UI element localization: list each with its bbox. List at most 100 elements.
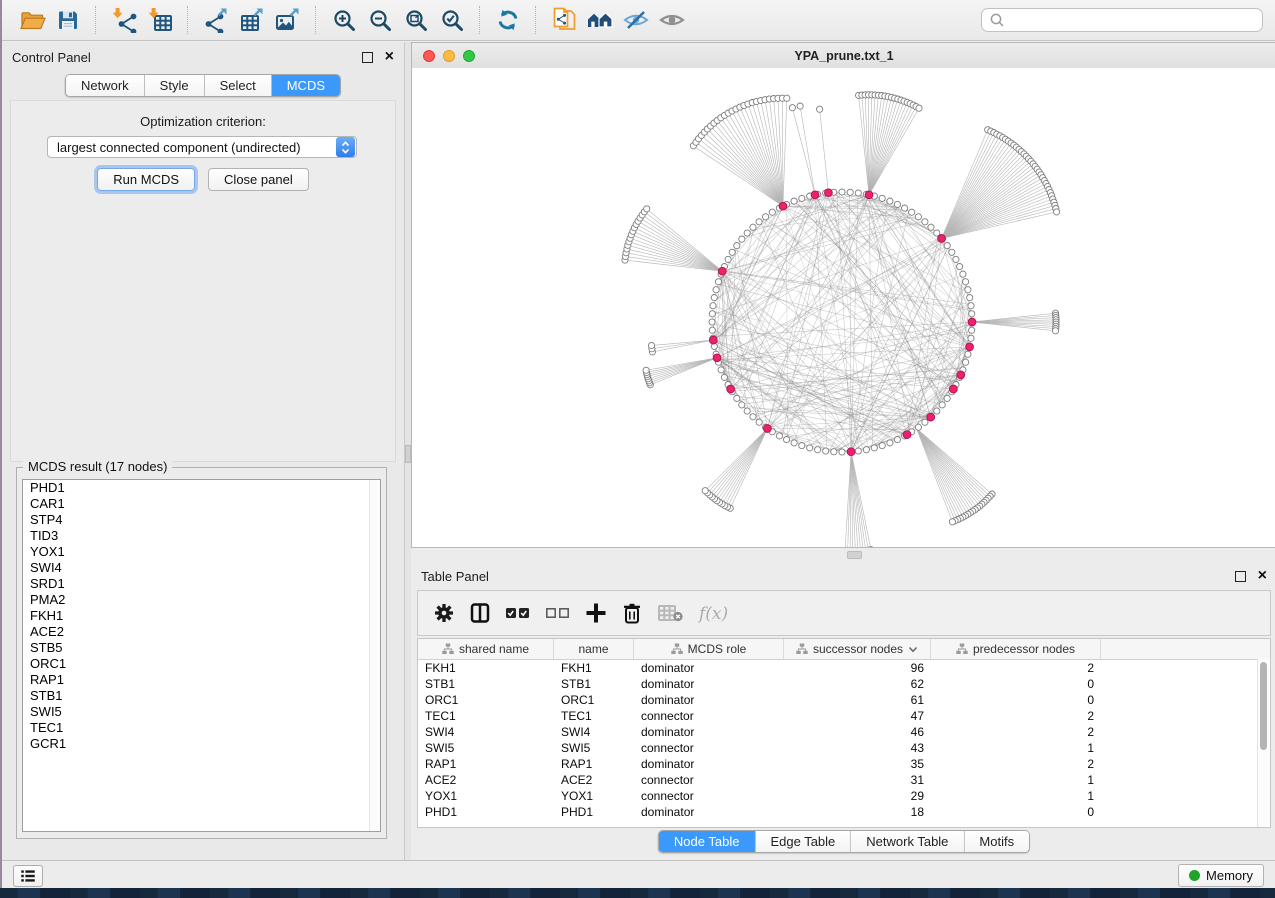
- table-scrollbar[interactable]: [1257, 659, 1270, 827]
- table-cell[interactable]: STB1: [418, 677, 554, 691]
- mcds-result-item[interactable]: ACE2: [23, 624, 380, 640]
- zoom-in-icon[interactable]: [326, 3, 362, 37]
- mcds-result-list[interactable]: PHD1CAR1STP4TID3YOX1SWI4SRD1PMA2FKH1ACE2…: [22, 479, 381, 832]
- mcds-result-item[interactable]: PMA2: [23, 592, 380, 608]
- table-cell[interactable]: ORC1: [554, 693, 634, 707]
- table-cell[interactable]: connector: [634, 773, 784, 787]
- table-cell[interactable]: 29: [784, 789, 931, 803]
- table-cell[interactable]: connector: [634, 789, 784, 803]
- table-cell[interactable]: PHD1: [554, 805, 634, 819]
- close-panel-button[interactable]: Close panel: [208, 168, 309, 191]
- network-graph[interactable]: [412, 68, 1275, 547]
- table-row[interactable]: PHD1PHD1dominator180: [418, 804, 1270, 820]
- zoom-out-icon[interactable]: [362, 3, 398, 37]
- import-network-icon[interactable]: [106, 3, 142, 37]
- table-cell[interactable]: SWI4: [418, 725, 554, 739]
- export-image-icon[interactable]: [270, 3, 306, 37]
- table-row[interactable]: SWI5SWI5connector431: [418, 740, 1270, 756]
- table-row[interactable]: SWI4SWI4dominator462: [418, 724, 1270, 740]
- mcds-result-item[interactable]: STB1: [23, 688, 380, 704]
- table-cell[interactable]: 1: [931, 741, 1101, 755]
- mcds-result-item[interactable]: RAP1: [23, 672, 380, 688]
- table-cell[interactable]: connector: [634, 709, 784, 723]
- close-panel-icon[interactable]: ×: [1258, 571, 1267, 581]
- table-cell[interactable]: 31: [784, 773, 931, 787]
- table-cell[interactable]: 0: [931, 805, 1101, 819]
- mcds-result-item[interactable]: STB5: [23, 640, 380, 656]
- table-cell[interactable]: ACE2: [554, 773, 634, 787]
- float-panel-icon[interactable]: [1235, 571, 1246, 582]
- tab-mcds[interactable]: MCDS: [272, 75, 340, 96]
- table-cell[interactable]: FKH1: [554, 661, 634, 675]
- column-header-successor-nodes[interactable]: successor nodes: [784, 639, 931, 659]
- hide-selected-icon[interactable]: [618, 3, 654, 37]
- table-row[interactable]: TEC1TEC1connector472: [418, 708, 1270, 724]
- table-cell[interactable]: 2: [931, 725, 1101, 739]
- import-table-icon[interactable]: [142, 3, 178, 37]
- table-cell[interactable]: 35: [784, 757, 931, 771]
- mcds-result-item[interactable]: STP4: [23, 512, 380, 528]
- close-panel-icon[interactable]: ×: [385, 52, 394, 62]
- network-canvas[interactable]: [412, 68, 1275, 547]
- mcds-result-item[interactable]: TEC1: [23, 720, 380, 736]
- open-file-icon[interactable]: [14, 3, 50, 37]
- mcds-result-item[interactable]: SWI5: [23, 704, 380, 720]
- table-cell[interactable]: RAP1: [418, 757, 554, 771]
- mcds-result-item[interactable]: GCR1: [23, 736, 380, 752]
- table-cell[interactable]: dominator: [634, 677, 784, 691]
- export-network-icon[interactable]: [198, 3, 234, 37]
- tab-motifs[interactable]: Motifs: [964, 831, 1029, 852]
- tab-network-table[interactable]: Network Table: [851, 831, 964, 852]
- show-all-icon[interactable]: [654, 3, 690, 37]
- table-cell[interactable]: 2: [931, 709, 1101, 723]
- table-cell[interactable]: SWI4: [554, 725, 634, 739]
- memory-button[interactable]: Memory: [1178, 864, 1264, 887]
- table-cell[interactable]: 18: [784, 805, 931, 819]
- horizontal-splitter[interactable]: [411, 548, 1275, 563]
- table-cell[interactable]: TEC1: [554, 709, 634, 723]
- table-cell[interactable]: 1: [931, 789, 1101, 803]
- zoom-selected-icon[interactable]: [434, 3, 470, 37]
- task-history-button[interactable]: [13, 865, 43, 887]
- mcds-result-item[interactable]: YOX1: [23, 544, 380, 560]
- table-cell[interactable]: SWI5: [418, 741, 554, 755]
- table-cell[interactable]: RAP1: [554, 757, 634, 771]
- table-cell[interactable]: dominator: [634, 661, 784, 675]
- table-cell[interactable]: SWI5: [554, 741, 634, 755]
- mcds-result-item[interactable]: SRD1: [23, 576, 380, 592]
- mcds-list-scrollbar[interactable]: [369, 480, 380, 831]
- table-cell[interactable]: 61: [784, 693, 931, 707]
- mcds-result-item[interactable]: ORC1: [23, 656, 380, 672]
- column-header-mcds-role[interactable]: MCDS role: [634, 639, 784, 659]
- table-cell[interactable]: 0: [931, 693, 1101, 707]
- table-cell[interactable]: YOX1: [554, 789, 634, 803]
- duplicate-network-icon[interactable]: [546, 3, 582, 37]
- fx-icon[interactable]: f(x): [698, 602, 734, 624]
- export-table-icon[interactable]: [234, 3, 270, 37]
- select-all-icon[interactable]: [505, 605, 531, 621]
- table-cell[interactable]: 96: [784, 661, 931, 675]
- refresh-icon[interactable]: [490, 3, 526, 37]
- float-panel-icon[interactable]: [362, 52, 373, 63]
- column-header-name[interactable]: name: [554, 639, 634, 659]
- mcds-result-item[interactable]: SWI4: [23, 560, 380, 576]
- delete-table-icon[interactable]: [657, 603, 684, 623]
- columns-icon[interactable]: [469, 602, 491, 624]
- column-header-predecessor-nodes[interactable]: predecessor nodes: [931, 639, 1101, 659]
- splitter-handle[interactable]: [847, 551, 862, 559]
- table-cell[interactable]: dominator: [634, 757, 784, 771]
- table-cell[interactable]: 1: [931, 773, 1101, 787]
- table-cell[interactable]: 43: [784, 741, 931, 755]
- mcds-result-item[interactable]: PHD1: [23, 480, 380, 496]
- table-cell[interactable]: ACE2: [418, 773, 554, 787]
- add-icon[interactable]: [585, 602, 607, 624]
- zoom-fit-icon[interactable]: [398, 3, 434, 37]
- tab-node-table[interactable]: Node Table: [659, 831, 756, 852]
- delete-icon[interactable]: [621, 602, 643, 624]
- table-cell[interactable]: FKH1: [418, 661, 554, 675]
- gear-icon[interactable]: [433, 602, 455, 624]
- table-cell[interactable]: 0: [931, 677, 1101, 691]
- table-cell[interactable]: 2: [931, 757, 1101, 771]
- save-icon[interactable]: [50, 3, 86, 37]
- table-cell[interactable]: dominator: [634, 693, 784, 707]
